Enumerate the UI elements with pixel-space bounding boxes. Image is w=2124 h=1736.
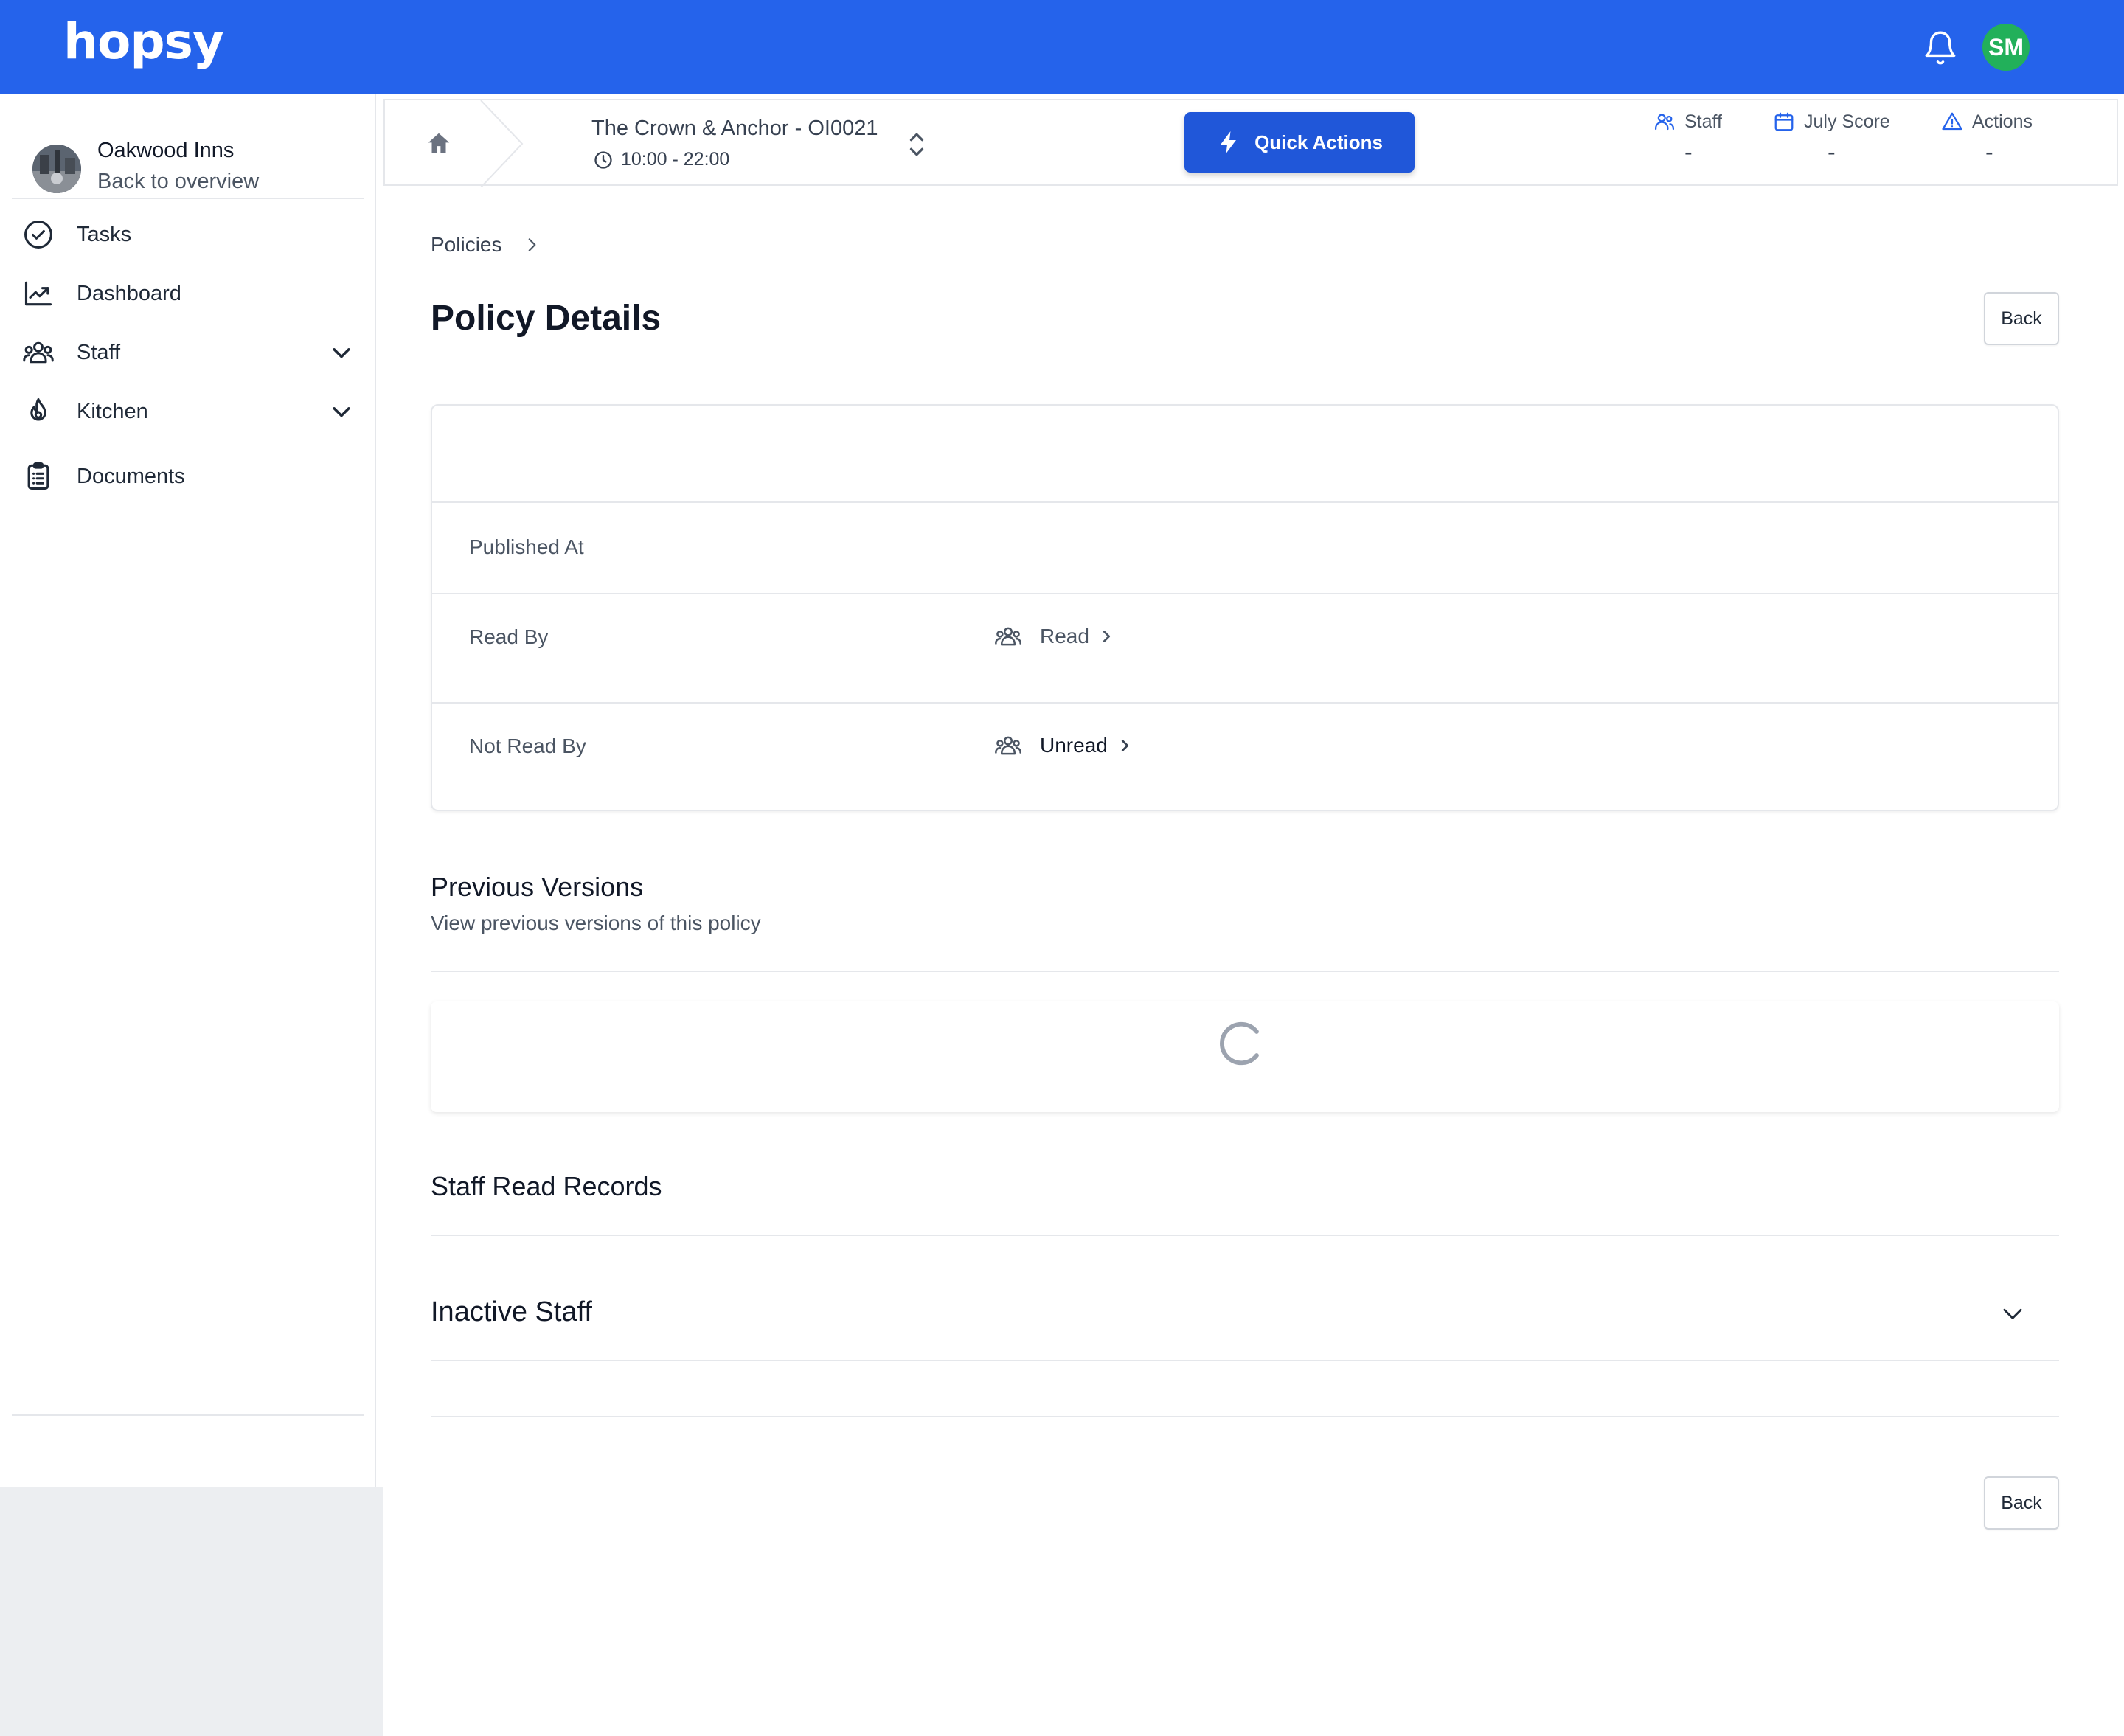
- read-link-label: Read: [1040, 625, 1089, 647]
- users-icon: [23, 341, 54, 364]
- previous-versions-subtitle: View previous versions of this policy: [431, 912, 761, 934]
- stat-label: July Score: [1804, 111, 1890, 132]
- unread-link-label: Unread: [1040, 734, 1108, 757]
- bell-icon[interactable]: [1922, 28, 1959, 68]
- stat-value: -: [1985, 139, 1993, 165]
- card-divider: [432, 702, 2058, 704]
- sidebar-item-kitchen[interactable]: Kitchen: [22, 388, 354, 435]
- back-button-top[interactable]: Back: [1984, 292, 2059, 345]
- back-to-overview-link[interactable]: Back to overview: [97, 170, 259, 194]
- sidebar-item-label: Dashboard: [77, 281, 181, 305]
- staff-read-records-title: Staff Read Records: [431, 1171, 662, 1201]
- card-divider: [432, 501, 2058, 503]
- org-switcher[interactable]: Oakwood Inns Back to overview: [30, 122, 361, 196]
- stat-value: -: [1828, 139, 1836, 165]
- sidebar: Oakwood Inns Back to overview Tasks Dash…: [0, 94, 376, 1487]
- clipboard-icon: [27, 462, 49, 490]
- sidebar-item-label: Kitchen: [77, 399, 148, 423]
- loading-spinner-icon: [1220, 1021, 1259, 1066]
- check-circle-icon: [24, 221, 52, 249]
- chevron-right-icon: [529, 238, 536, 251]
- chevron-down-icon[interactable]: [329, 340, 354, 365]
- stat-label: Actions: [1972, 111, 2033, 132]
- inactive-staff-toggle[interactable]: Inactive Staff: [431, 1296, 592, 1328]
- quick-actions-button[interactable]: Quick Actions: [1184, 112, 1415, 173]
- stat-value: -: [1684, 139, 1693, 165]
- sidebar-item-documents[interactable]: Documents: [22, 453, 354, 500]
- warning-icon: [1942, 112, 1962, 131]
- flame-icon: [30, 397, 46, 421]
- sidebar-divider: [12, 198, 364, 199]
- breadcrumb-policies-link[interactable]: Policies: [431, 233, 502, 257]
- stat-staff[interactable]: Staff -: [1653, 111, 1722, 170]
- users-icon: [995, 627, 1021, 646]
- location-switch-icon[interactable]: [906, 130, 928, 159]
- location-name: The Crown & Anchor - OI0021: [591, 117, 878, 140]
- card-divider: [432, 593, 2058, 594]
- quick-actions-label: Quick Actions: [1254, 131, 1383, 153]
- sidebar-item-label: Staff: [77, 340, 121, 364]
- section-divider: [431, 1235, 2059, 1236]
- home-icon[interactable]: [425, 130, 453, 158]
- chevron-down-icon[interactable]: [329, 399, 354, 424]
- previous-versions-title: Previous Versions: [431, 872, 644, 902]
- chevron-right-icon: [1121, 740, 1128, 751]
- sidebar-item-tasks[interactable]: Tasks: [22, 211, 354, 258]
- stat-actions[interactable]: Actions -: [1941, 111, 2033, 170]
- lightning-icon: [1221, 131, 1237, 153]
- chevron-down-icon[interactable]: [1999, 1299, 2027, 1327]
- sidebar-divider: [12, 1414, 364, 1416]
- location-hours-text: 10:00 - 22:00: [621, 149, 730, 170]
- published-at-label: Published At: [469, 535, 584, 558]
- breadcrumb-separator-icon: [480, 100, 524, 187]
- clock-icon: [594, 150, 612, 169]
- breadcrumb: Policies: [431, 233, 541, 257]
- sidebar-item-label: Tasks: [77, 222, 132, 246]
- org-avatar: [32, 145, 81, 193]
- hopsy-logo[interactable]: hopsy: [63, 13, 224, 70]
- location-hours: 10:00 - 22:00: [593, 149, 729, 170]
- top-bar: hopsy SM: [0, 0, 2124, 94]
- stat-label: Staff: [1684, 111, 1722, 132]
- read-by-label: Read By: [469, 625, 549, 648]
- read-link[interactable]: Read: [994, 622, 1114, 650]
- users-icon: [1655, 114, 1674, 131]
- users-icon: [995, 736, 1021, 755]
- page-title: Policy Details: [431, 299, 662, 338]
- back-button-bottom[interactable]: Back: [1984, 1476, 2059, 1530]
- section-divider: [431, 1360, 2059, 1361]
- sidebar-item-dashboard[interactable]: Dashboard: [22, 270, 354, 317]
- chevron-right-icon: [1103, 631, 1110, 642]
- not-read-by-label: Not Read By: [469, 735, 586, 757]
- section-divider: [431, 1416, 2059, 1417]
- stat-july-score[interactable]: July Score -: [1773, 111, 1890, 170]
- org-name: Oakwood Inns: [97, 139, 235, 162]
- sidebar-item-staff[interactable]: Staff: [22, 329, 354, 376]
- unread-link[interactable]: Unread: [994, 732, 1133, 760]
- section-divider: [431, 971, 2059, 972]
- sidebar-footer-background: [0, 1487, 384, 1736]
- calendar-icon: [1774, 112, 1794, 131]
- policy-details-card: Published At Read By Read Not Read By Un…: [431, 404, 2059, 811]
- sidebar-item-label: Documents: [77, 464, 185, 488]
- user-avatar[interactable]: SM: [1982, 24, 2030, 71]
- previous-versions-list: [431, 1001, 2059, 1112]
- chart-line-icon: [24, 281, 52, 306]
